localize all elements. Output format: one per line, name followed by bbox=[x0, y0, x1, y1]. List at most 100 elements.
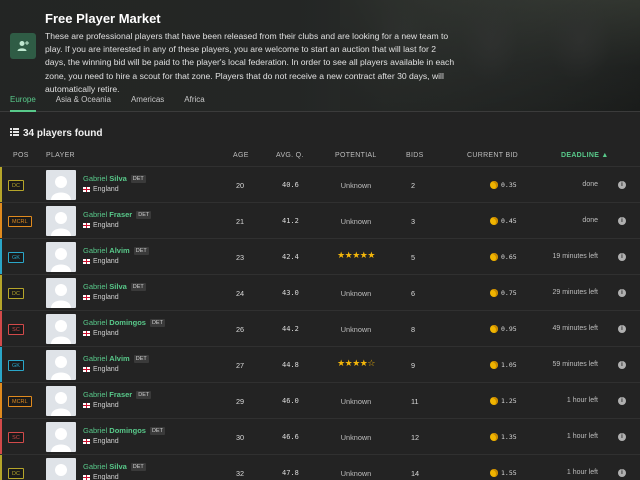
avatar[interactable] bbox=[46, 350, 76, 380]
avatar[interactable] bbox=[46, 242, 76, 272]
avatar[interactable] bbox=[46, 314, 76, 344]
column-avg-q[interactable]: AVG. Q. bbox=[276, 152, 304, 159]
current-bid: 1.35 bbox=[490, 433, 517, 441]
player-name[interactable]: Gabriel Domingos DET bbox=[83, 426, 165, 435]
coin-icon bbox=[490, 469, 498, 477]
tab-europe[interactable]: Europe bbox=[10, 91, 36, 112]
player-country: England bbox=[83, 186, 119, 193]
current-bid-value: 0.95 bbox=[501, 325, 517, 333]
player-name[interactable]: Gabriel Fraser DET bbox=[83, 390, 152, 399]
table-row[interactable]: GK Gabriel Alvim DET England 23 42.4 ★★★★★ 5 0.6… bbox=[0, 238, 640, 275]
tab-africa[interactable]: Africa bbox=[184, 91, 204, 112]
avatar[interactable] bbox=[46, 422, 76, 452]
position-badge: DC bbox=[8, 288, 24, 299]
player-age: 24 bbox=[236, 289, 245, 298]
avatar[interactable] bbox=[46, 386, 76, 416]
bid-count: 6 bbox=[411, 289, 416, 298]
player-first-name: Gabriel bbox=[83, 210, 108, 219]
current-bid: 0.45 bbox=[490, 217, 517, 225]
player-name[interactable]: Gabriel Fraser DET bbox=[83, 210, 152, 219]
potential-value: Unknown bbox=[340, 325, 372, 334]
club-badge: DET bbox=[133, 355, 149, 363]
deadline: done bbox=[582, 181, 598, 188]
country-label: England bbox=[93, 402, 119, 409]
info-icon[interactable]: i bbox=[618, 469, 626, 477]
info-icon[interactable]: i bbox=[618, 289, 626, 297]
bid-count: 5 bbox=[411, 253, 416, 262]
table-row[interactable]: GK Gabriel Alvim DET England 27 44.8 ★★★★☆ 9 1.0… bbox=[0, 346, 640, 383]
player-first-name: Gabriel bbox=[83, 174, 108, 183]
table-row[interactable]: DC Gabriel Silva DET England 24 43.0 Unknown 6 0… bbox=[0, 274, 640, 311]
country-label: England bbox=[93, 186, 119, 193]
player-country: England bbox=[83, 222, 119, 229]
player-age: 29 bbox=[236, 397, 245, 406]
current-bid-value: 1.25 bbox=[501, 397, 517, 405]
column-current-bid[interactable]: CURRENT BID bbox=[467, 152, 518, 159]
avatar[interactable] bbox=[46, 278, 76, 308]
position-stripe bbox=[0, 275, 2, 311]
avatar[interactable] bbox=[46, 170, 76, 200]
column-deadline[interactable]: DEADLINE ▲ bbox=[561, 152, 609, 159]
player-last-name: Silva bbox=[109, 174, 127, 183]
info-icon[interactable]: i bbox=[618, 181, 626, 189]
table-row[interactable]: MCRL Gabriel Fraser DET England 21 41.2 Unknow… bbox=[0, 202, 640, 239]
bid-count: 11 bbox=[411, 397, 419, 406]
player-age: 32 bbox=[236, 469, 245, 478]
player-name[interactable]: Gabriel Silva DET bbox=[83, 462, 146, 471]
current-bid-value: 0.35 bbox=[501, 181, 517, 189]
table-row[interactable]: SC Gabriel Domingos DET England 30 46.6 Unknow… bbox=[0, 418, 640, 455]
club-badge: DET bbox=[136, 211, 152, 219]
position-badge: DC bbox=[8, 180, 24, 191]
column-potential[interactable]: POTENTIAL bbox=[335, 152, 377, 159]
player-name[interactable]: Gabriel Domingos DET bbox=[83, 318, 165, 327]
avatar[interactable] bbox=[46, 206, 76, 236]
player-country: England bbox=[83, 474, 119, 480]
country-label: England bbox=[93, 330, 119, 337]
player-name[interactable]: Gabriel Silva DET bbox=[83, 282, 146, 291]
england-flag-icon bbox=[83, 295, 90, 300]
info-icon[interactable]: i bbox=[618, 325, 626, 333]
column-age[interactable]: AGE bbox=[233, 152, 249, 159]
player-name[interactable]: Gabriel Silva DET bbox=[83, 174, 146, 183]
player-last-name: Domingos bbox=[109, 318, 146, 327]
deadline: 19 minutes left bbox=[552, 253, 598, 260]
player-avg-quality: 43.0 bbox=[282, 289, 299, 297]
player-age: 23 bbox=[236, 253, 245, 262]
england-flag-icon bbox=[83, 367, 90, 372]
header-banner: Free Player Market These are professiona… bbox=[0, 0, 640, 112]
country-label: England bbox=[93, 258, 119, 265]
country-label: England bbox=[93, 294, 119, 301]
club-badge: DET bbox=[136, 391, 152, 399]
table-row[interactable]: SC Gabriel Domingos DET England 26 44.2 Unknow… bbox=[0, 310, 640, 347]
current-bid-value: 0.75 bbox=[501, 289, 517, 297]
column-bids[interactable]: BIDS bbox=[406, 152, 424, 159]
current-bid-value: 0.45 bbox=[501, 217, 517, 225]
england-flag-icon bbox=[83, 259, 90, 264]
avatar[interactable] bbox=[46, 458, 76, 480]
info-icon[interactable]: i bbox=[618, 433, 626, 441]
england-flag-icon bbox=[83, 403, 90, 408]
player-name[interactable]: Gabriel Alvim DET bbox=[83, 246, 149, 255]
tab-asia-oceania[interactable]: Asia & Oceania bbox=[56, 91, 111, 112]
player-age: 20 bbox=[236, 181, 245, 190]
table-row[interactable]: MCRL Gabriel Fraser DET England 29 46.0 Unknow… bbox=[0, 382, 640, 419]
info-icon[interactable]: i bbox=[618, 253, 626, 261]
england-flag-icon bbox=[83, 439, 90, 444]
deadline: 1 hour left bbox=[566, 397, 598, 404]
player-name[interactable]: Gabriel Alvim DET bbox=[83, 354, 149, 363]
current-bid: 1.25 bbox=[490, 397, 517, 405]
table-row[interactable]: DC Gabriel Silva DET England 20 40.6 Unknown 2 0… bbox=[0, 166, 640, 203]
info-icon[interactable]: i bbox=[618, 397, 626, 405]
column-player[interactable]: PLAYER bbox=[46, 152, 75, 159]
column-pos[interactable]: POS bbox=[13, 152, 29, 159]
player-last-name: Silva bbox=[109, 282, 127, 291]
info-icon[interactable]: i bbox=[618, 361, 626, 369]
player-avg-quality: 44.8 bbox=[282, 361, 299, 369]
page-title: Free Player Market bbox=[45, 11, 161, 26]
coin-icon bbox=[490, 217, 498, 225]
tab-americas[interactable]: Americas bbox=[131, 91, 164, 112]
position-badge: SC bbox=[8, 324, 24, 335]
table-row[interactable]: DC Gabriel Silva DET England 32 47.8 Unknown 14… bbox=[0, 454, 640, 480]
info-icon[interactable]: i bbox=[618, 217, 626, 225]
position-stripe bbox=[0, 455, 2, 480]
